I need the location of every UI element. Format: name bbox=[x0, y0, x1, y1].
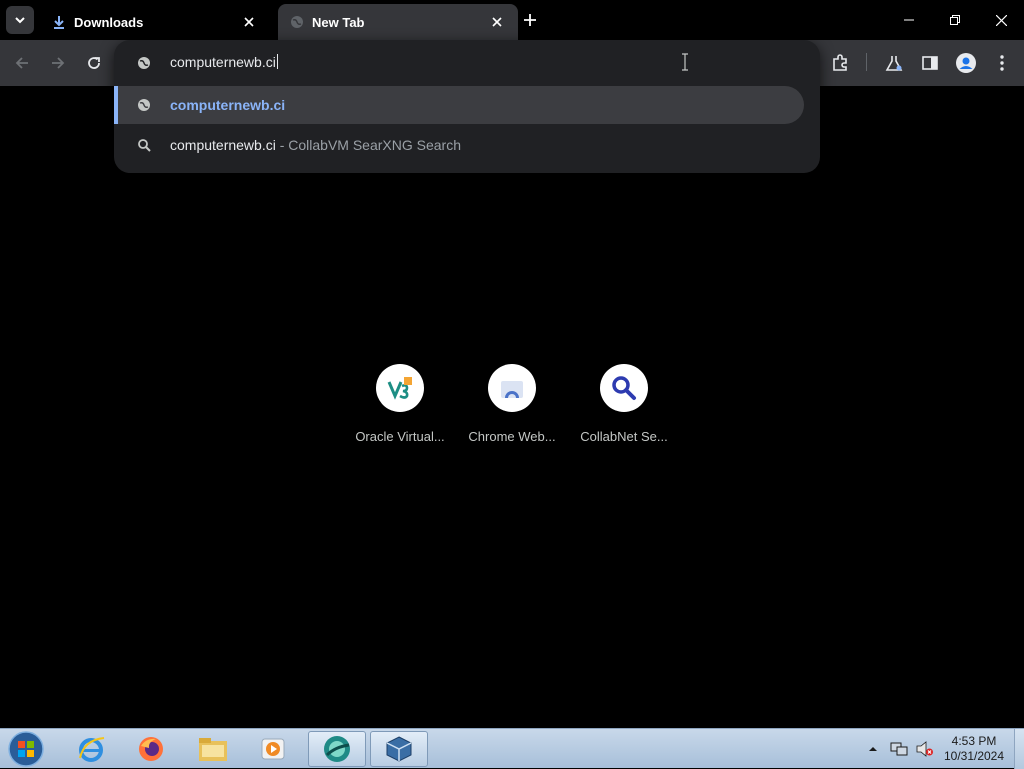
suggestion-text: computernewb.ci - CollabVM SearXNG Searc… bbox=[170, 137, 462, 153]
chrome-web-store-icon bbox=[501, 381, 523, 398]
magnifier-icon bbox=[612, 376, 636, 400]
close-icon bbox=[492, 17, 502, 27]
ibeam-cursor-icon bbox=[682, 53, 688, 71]
shortcut-label: CollabNet Se... bbox=[580, 429, 668, 444]
close-icon bbox=[244, 17, 254, 27]
shortcut-label: Oracle Virtual... bbox=[355, 429, 445, 444]
text-caret bbox=[276, 54, 278, 69]
new-tab-button[interactable] bbox=[518, 8, 542, 32]
tab-title: Downloads bbox=[74, 14, 144, 30]
arrow-right-icon bbox=[52, 57, 65, 69]
shortcut-tile[interactable]: CollabNet Se... bbox=[572, 364, 676, 444]
menu-button[interactable] bbox=[990, 51, 1014, 75]
minimize-icon bbox=[904, 19, 914, 21]
puzzle-icon bbox=[833, 54, 847, 71]
reload-icon bbox=[88, 57, 100, 69]
taskbar-chrome-window[interactable] bbox=[308, 731, 366, 767]
volume-muted-icon[interactable] bbox=[916, 741, 934, 757]
taskbar-clock[interactable]: 4:53 PM 10/31/2024 bbox=[938, 734, 1010, 764]
flask-icon bbox=[885, 56, 903, 71]
forward-button[interactable] bbox=[46, 51, 70, 75]
start-button[interactable] bbox=[6, 731, 46, 767]
shortcut-label: Chrome Web... bbox=[468, 429, 556, 444]
network-icon[interactable] bbox=[890, 741, 908, 757]
toolbar-separator bbox=[866, 53, 867, 71]
selection-indicator bbox=[114, 86, 118, 124]
restore-icon bbox=[950, 15, 960, 25]
suggestion-item[interactable]: computernewb.ci bbox=[114, 86, 804, 124]
shortcut-tile[interactable]: Oracle Virtual... bbox=[348, 364, 452, 444]
suggestion-item[interactable]: computernewb.ci - CollabVM SearXNG Searc… bbox=[114, 126, 804, 164]
clock-date: 10/31/2024 bbox=[943, 749, 1005, 763]
side-panel-button[interactable] bbox=[918, 51, 942, 75]
taskbar-virtualbox-window[interactable] bbox=[370, 731, 428, 767]
labs-button[interactable] bbox=[882, 51, 906, 75]
reload-button[interactable] bbox=[82, 51, 106, 75]
suggestion-description: - CollabVM SearXNG Search bbox=[275, 137, 462, 153]
download-icon bbox=[54, 16, 64, 29]
tray-expand-icon[interactable] bbox=[868, 744, 878, 754]
virtualbox-cube-icon bbox=[386, 736, 412, 762]
tab-new-tab[interactable]: New Tab bbox=[278, 4, 518, 40]
address-input[interactable]: computernewb.ci bbox=[170, 54, 278, 70]
taskbar-explorer[interactable] bbox=[184, 731, 242, 767]
chevron-down-icon bbox=[15, 17, 25, 24]
taskbar-firefox[interactable] bbox=[122, 731, 180, 767]
browser-app-icon bbox=[324, 736, 350, 762]
globe-icon bbox=[136, 97, 152, 113]
folder-icon bbox=[199, 738, 227, 761]
arrow-left-icon bbox=[15, 57, 28, 69]
tab-title: New Tab bbox=[312, 14, 365, 30]
taskbar-internet-explorer[interactable] bbox=[62, 731, 120, 767]
shortcut-icon-circle bbox=[376, 364, 424, 412]
taskbar-media-player[interactable] bbox=[244, 731, 302, 767]
windows-orb-icon bbox=[8, 731, 44, 767]
side-panel-icon bbox=[922, 56, 938, 70]
virtualbox-icon bbox=[387, 377, 412, 400]
taskbar: 4:53 PM 10/31/2024 bbox=[0, 728, 1024, 769]
tab-strip: Downloads New Tab bbox=[0, 0, 1024, 40]
clock-time: 4:53 PM bbox=[951, 734, 997, 748]
shortcut-tile[interactable]: Chrome Web... bbox=[460, 364, 564, 444]
shortcut-icon-circle bbox=[488, 364, 536, 412]
omnibox-dropdown: computernewb.ci computernewb.ci computer… bbox=[114, 40, 820, 173]
internet-explorer-icon bbox=[79, 737, 105, 762]
globe-icon bbox=[291, 16, 303, 28]
address-bar[interactable]: computernewb.ci bbox=[114, 40, 820, 86]
tab-search-button[interactable] bbox=[6, 6, 34, 34]
restore-button[interactable] bbox=[932, 0, 978, 40]
extensions-button[interactable] bbox=[828, 51, 852, 75]
show-desktop-button[interactable] bbox=[1014, 729, 1024, 769]
suggestion-text: computernewb.ci bbox=[170, 97, 286, 113]
system-tray bbox=[868, 729, 934, 769]
avatar-icon bbox=[956, 53, 976, 73]
kebab-menu-icon bbox=[1000, 55, 1004, 71]
firefox-icon bbox=[139, 737, 163, 761]
media-player-icon bbox=[261, 738, 285, 760]
tab-close-button[interactable] bbox=[488, 13, 506, 31]
profile-button[interactable] bbox=[954, 51, 978, 75]
close-icon bbox=[995, 14, 1007, 26]
globe-icon bbox=[136, 55, 152, 71]
close-window-button[interactable] bbox=[978, 0, 1024, 40]
shortcut-icon-circle bbox=[600, 364, 648, 412]
tab-downloads[interactable]: Downloads bbox=[40, 4, 270, 40]
search-icon bbox=[136, 137, 152, 153]
back-button[interactable] bbox=[10, 51, 34, 75]
tab-close-button[interactable] bbox=[240, 13, 258, 31]
minimize-button[interactable] bbox=[886, 0, 932, 40]
plus-icon bbox=[524, 14, 536, 26]
